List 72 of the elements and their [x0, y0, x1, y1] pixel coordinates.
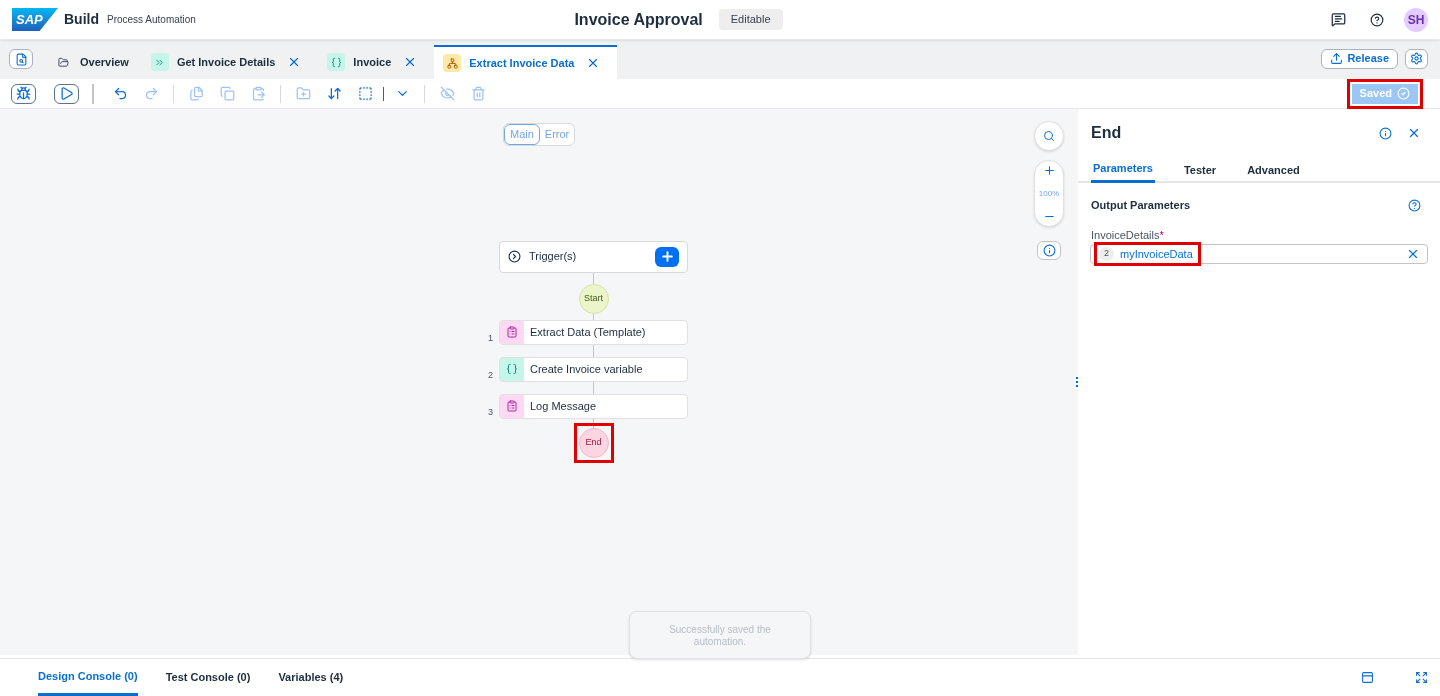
bug-icon[interactable]: [11, 83, 36, 104]
panel-tab[interactable]: Advanced: [1245, 157, 1302, 183]
step-node[interactable]: Create Invoice variable: [499, 356, 688, 382]
step-label: Create Invoice variable: [530, 361, 643, 377]
console-tab[interactable]: Design Console (0): [38, 659, 138, 696]
end-node[interactable]: End: [578, 427, 609, 458]
user-avatar[interactable]: SH: [1404, 7, 1428, 32]
step-label: Extract Data (Template): [530, 324, 646, 340]
parameter-field[interactable]: 2 myInvoiceData: [1090, 244, 1428, 264]
plus-icon: [659, 249, 675, 264]
token-count: 2: [1099, 247, 1114, 261]
zoom-in-icon[interactable]: [1042, 164, 1056, 177]
trigger-label: Trigger(s): [529, 249, 578, 265]
tab-label: Extract Invoice Data: [469, 55, 575, 71]
token-value: myInvoiceData: [1120, 246, 1194, 262]
tab-label: Get Invoice Details: [176, 54, 276, 70]
release-button[interactable]: Release: [1321, 48, 1398, 69]
step-number: 3: [488, 405, 493, 419]
settings-icon: [1410, 52, 1423, 65]
panel-icon[interactable]: [1361, 671, 1374, 684]
close-icon[interactable]: [1407, 126, 1421, 140]
editor-tab[interactable]: Overview: [45, 45, 142, 79]
field-label: InvoiceDetails*: [1091, 227, 1165, 243]
panel-tab[interactable]: Parameters: [1091, 157, 1155, 183]
step-number: 1: [488, 331, 493, 345]
tab-label: Overview: [80, 54, 129, 70]
page-title: Invoice Approval: [574, 9, 703, 30]
clear-icon[interactable]: [1406, 247, 1420, 261]
resize-handle[interactable]: [1076, 377, 1078, 387]
product-name: Build: [64, 10, 99, 29]
braces-icon: [500, 357, 524, 381]
product-subtitle: Process Automation: [107, 13, 196, 27]
step-number: 2: [488, 368, 493, 382]
braces-icon: [327, 53, 346, 71]
upload-icon: [1330, 52, 1344, 65]
panel-tab[interactable]: Tester: [1181, 157, 1219, 183]
info-icon[interactable]: [1379, 126, 1392, 140]
section-title: Output Parameters: [1091, 198, 1192, 213]
chevron-circle-icon: [508, 250, 521, 263]
clipboard-icon: [500, 394, 524, 418]
step-label: Log Message: [530, 398, 597, 414]
file-search-icon: [14, 52, 28, 66]
search-icon: [1043, 130, 1055, 142]
clipboard-icon: [500, 320, 524, 344]
settings-button[interactable]: [1405, 48, 1428, 69]
expand-icon[interactable]: [1415, 671, 1428, 684]
step-node[interactable]: Extract Data (Template): [499, 319, 688, 345]
editor-tab[interactable]: Get Invoice Details: [141, 45, 319, 79]
tab-label: Invoice: [353, 54, 392, 70]
info-button[interactable]: [1037, 241, 1061, 260]
play-icon[interactable]: [54, 83, 79, 104]
check-icon: [1397, 87, 1410, 100]
trigger-node[interactable]: Trigger(s): [499, 240, 688, 273]
console-tab[interactable]: Test Console (0): [165, 659, 251, 696]
editor-tab[interactable]: Invoice: [318, 45, 435, 79]
search-button[interactable]: [1034, 121, 1064, 151]
panel-title: End: [1091, 123, 1123, 143]
toast-message: Successfully saved the automation.: [629, 611, 811, 659]
feedback-icon[interactable]: [1331, 12, 1346, 27]
hierarchy-icon: [443, 54, 462, 72]
add-trigger-button[interactable]: [655, 246, 679, 267]
chevrons-icon: [150, 53, 169, 71]
start-node[interactable]: Start: [578, 283, 609, 314]
help-icon[interactable]: [1370, 12, 1384, 27]
editor-tab[interactable]: Extract Invoice Data: [434, 45, 618, 79]
search-files-button[interactable]: [9, 49, 33, 69]
variable-token[interactable]: 2 myInvoiceData: [1094, 241, 1201, 267]
step-node[interactable]: Log Message: [499, 393, 688, 419]
console-tab[interactable]: Variables (4): [278, 659, 344, 696]
status-tag: Editable: [718, 9, 783, 30]
sap-logo: SAP: [12, 8, 58, 31]
info-icon: [1042, 244, 1056, 257]
